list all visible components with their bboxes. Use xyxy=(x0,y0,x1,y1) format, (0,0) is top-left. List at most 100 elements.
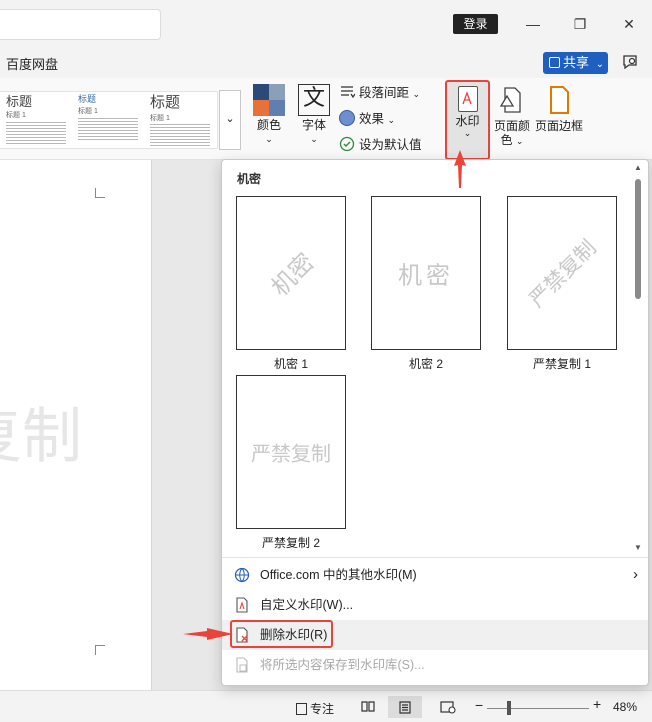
share-icon xyxy=(549,57,560,68)
focus-mode-button[interactable]: 专注 xyxy=(296,700,334,717)
watermark-preview: 机密 xyxy=(236,196,346,350)
watermark-gallery-menu: 机密 机密 机密 1 机密 机密 2 严禁复制 严禁复制 1 严禁复制 严禁复制… xyxy=(221,159,649,686)
paragraph-spacing-button[interactable]: 段落间距 ⌄ xyxy=(339,82,420,104)
menu-item-label: Office.com 中的其他水印(M) xyxy=(260,568,417,582)
effects-icon xyxy=(339,110,355,126)
document-watermark: 复制 xyxy=(0,402,82,472)
zoom-slider[interactable] xyxy=(487,708,589,709)
watermark-label: 水印 xyxy=(455,114,480,128)
title-bar: 登录 — ❐ ✕ xyxy=(0,0,652,48)
watermark-caption: 机密 1 xyxy=(273,357,308,371)
chevron-down-icon: ⌄ xyxy=(265,134,273,144)
style-set-item[interactable]: 标题 标题 1 xyxy=(6,94,66,144)
style-preview-lines xyxy=(6,119,66,144)
watermark-button[interactable]: 水印 ⌄ xyxy=(445,80,490,160)
zoom-in-button[interactable]: + xyxy=(593,696,601,712)
zoom-slider-thumb[interactable] xyxy=(507,701,511,715)
chevron-down-icon: ⌄ xyxy=(387,115,396,125)
chevron-down-icon: ⌄ xyxy=(515,136,524,146)
zoom-out-button[interactable]: − xyxy=(475,697,483,713)
style-subheading: 标题 1 xyxy=(150,114,170,122)
zoom-level[interactable]: 48% xyxy=(613,700,637,714)
paragraph-spacing-icon xyxy=(341,86,355,99)
style-heading: 标题 xyxy=(150,94,181,111)
colors-label: 颜色 xyxy=(256,118,281,132)
gallery-more-button[interactable]: ⌄ xyxy=(219,90,241,150)
save-gallery-icon xyxy=(236,657,248,673)
style-preview-lines xyxy=(150,122,210,147)
page-border-icon xyxy=(550,86,569,114)
globe-icon xyxy=(234,567,250,583)
margin-corner-mark xyxy=(95,188,105,198)
set-default-label: 设为默认值 xyxy=(359,138,422,152)
watermark-preview: 机密 xyxy=(371,196,481,350)
share-label: 共享 xyxy=(563,55,590,70)
chevron-down-icon: ⌄ xyxy=(463,128,472,138)
watermark-caption: 严禁复制 2 xyxy=(261,536,320,550)
login-button[interactable]: 登录 xyxy=(453,14,498,34)
watermark-preview-text: 机密 xyxy=(398,261,454,290)
scrollbar-thumb[interactable] xyxy=(635,179,641,299)
gallery-section-title: 机密 xyxy=(237,172,262,186)
fonts-button[interactable]: 文 字体 ⌄ xyxy=(297,84,331,146)
menu-item-save-to-gallery: 将所选内容保存到水印库(S)... xyxy=(222,650,648,680)
fonts-label: 字体 xyxy=(301,118,326,132)
page-color-label-2: 色 ⌄ xyxy=(490,133,534,148)
focus-label: 专注 xyxy=(310,702,335,716)
menu-item-custom-watermark[interactable]: 自定义水印(W)... xyxy=(222,590,648,620)
style-preview-lines xyxy=(78,115,138,140)
style-heading: 标题 xyxy=(78,94,97,104)
web-layout-icon[interactable] xyxy=(440,700,456,717)
style-set-gallery[interactable]: 标题 标题 1 标题 标题 1 标题 标题 1 xyxy=(0,91,218,149)
style-subheading: 标题 1 xyxy=(6,112,26,120)
watermark-option-confidential-2[interactable]: 机密 机密 2 xyxy=(371,196,481,372)
read-mode-icon[interactable] xyxy=(361,700,375,715)
tab-baidu-netdisk[interactable]: 百度网盘 xyxy=(6,54,58,73)
watermark-option-no-copy-2[interactable]: 严禁复制 严禁复制 2 xyxy=(236,375,346,551)
watermark-caption: 严禁复制 1 xyxy=(532,357,591,371)
watermark-icon xyxy=(457,86,478,112)
document-page[interactable]: 复制 xyxy=(0,160,152,690)
minimize-button[interactable]: — xyxy=(521,12,545,36)
menu-item-label: 自定义水印(W)... xyxy=(260,598,354,612)
menu-item-label: 将所选内容保存到水印库(S)... xyxy=(260,658,425,672)
menu-item-more-watermarks[interactable]: Office.com 中的其他水印(M) › xyxy=(222,560,648,590)
watermark-preview: 严禁复制 xyxy=(236,375,346,529)
watermark-option-no-copy-1[interactable]: 严禁复制 严禁复制 1 xyxy=(507,196,617,372)
page-color-button[interactable]: 页面颜 色 ⌄ xyxy=(490,84,534,148)
margin-corner-mark xyxy=(95,645,105,655)
print-layout-icon[interactable] xyxy=(388,696,422,718)
menu-divider xyxy=(222,557,648,558)
focus-icon xyxy=(296,703,307,715)
page-color-label-suffix: 色 xyxy=(500,133,513,147)
style-subheading: 标题 1 xyxy=(78,107,98,115)
style-set-item[interactable]: 标题 标题 1 xyxy=(150,94,210,147)
effects-button[interactable]: 效果 ⌄ xyxy=(339,108,395,130)
close-button[interactable]: ✕ xyxy=(617,12,641,36)
set-default-button[interactable]: 设为默认值 xyxy=(339,134,422,156)
page-border-label: 页面边框 xyxy=(534,119,583,133)
restore-button[interactable]: ❐ xyxy=(568,12,592,36)
paragraph-spacing-label: 段落间距 xyxy=(359,86,410,100)
search-box[interactable] xyxy=(0,9,161,40)
page-color-icon xyxy=(499,87,521,113)
ribbon: 标题 标题 1 标题 标题 1 标题 标题 1 ⌄ 颜色 ⌄ 文 字体 ⌄ 段落… xyxy=(0,78,652,160)
colors-button[interactable]: 颜色 ⌄ xyxy=(252,84,286,146)
gallery-scrollbar[interactable]: ▲ ▼ xyxy=(632,163,644,555)
style-set-item[interactable]: 标题 标题 1 xyxy=(78,94,138,140)
style-heading: 标题 xyxy=(6,94,33,109)
chevron-right-icon: › xyxy=(633,566,638,583)
chevron-down-icon: ⌄ xyxy=(310,134,318,144)
scroll-up-icon[interactable]: ▲ xyxy=(634,163,642,172)
page-borders-button[interactable]: 页面边框 xyxy=(534,84,584,133)
page-color-label: 页面颜 xyxy=(493,119,530,133)
scroll-down-icon[interactable]: ▼ xyxy=(634,543,642,552)
watermark-option-confidential-1[interactable]: 机密 机密 1 xyxy=(236,196,346,372)
chevron-down-icon: ⌄ xyxy=(595,59,605,70)
effects-label: 效果 xyxy=(359,112,385,126)
highlight-box xyxy=(230,620,333,648)
watermark-preview-text: 机密 xyxy=(265,247,320,302)
comment-icon[interactable] xyxy=(621,53,639,71)
share-button[interactable]: 共享 ⌄ xyxy=(543,52,608,74)
status-bar: 专注 − + 48% xyxy=(0,690,652,722)
